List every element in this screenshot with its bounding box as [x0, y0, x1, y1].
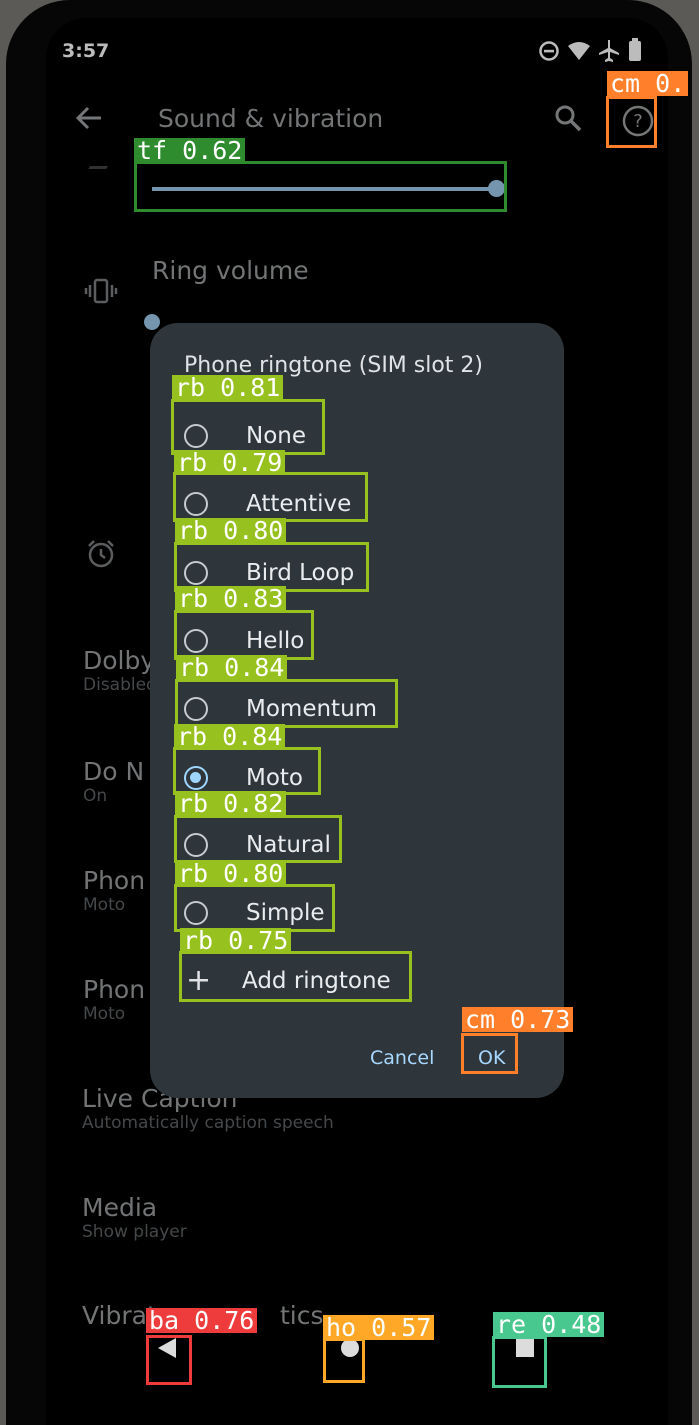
detection-tag-hello: rb 0.83 — [175, 586, 287, 611]
detection-box-simple — [174, 884, 335, 932]
detection-tag-none: rb 0.81 — [172, 375, 284, 400]
detection-box-help — [606, 96, 657, 148]
detection-tag-momentum: rb 0.84 — [176, 655, 288, 680]
detection-box-home — [323, 1338, 365, 1383]
detection-tag-recents: re 0.48 — [493, 1312, 605, 1337]
detection-tag-help: cm 0. — [607, 71, 689, 96]
detection-box-moto — [173, 747, 321, 795]
detection-box-ok — [461, 1033, 518, 1074]
detection-tag-bird-loop: rb 0.80 — [175, 518, 287, 543]
detection-tag-home: ho 0.57 — [323, 1315, 435, 1340]
detection-tag-add-ringtone: rb 0.75 — [180, 928, 292, 953]
detection-box-attentive — [173, 472, 368, 522]
detection-box-natural — [174, 815, 342, 863]
detection-box-back — [146, 1335, 192, 1385]
detection-box-none — [171, 399, 325, 455]
detection-tag-simple: rb 0.80 — [175, 861, 287, 886]
detection-box-momentum — [175, 679, 398, 728]
cancel-button[interactable]: Cancel — [370, 1047, 434, 1069]
detection-box-slider — [134, 161, 507, 212]
detection-tag-slider: tf 0.62 — [134, 138, 246, 163]
detection-box-recents — [492, 1336, 547, 1388]
detection-tag-natural: rb 0.82 — [175, 791, 287, 816]
detection-tag-attentive: rb 0.79 — [174, 450, 286, 475]
detection-box-add-ringtone — [179, 951, 412, 1002]
detection-tag-ok: cm 0.73 — [462, 1007, 574, 1032]
detection-tag-back: ba 0.76 — [146, 1308, 258, 1333]
detection-tag-moto: rb 0.84 — [174, 724, 286, 749]
